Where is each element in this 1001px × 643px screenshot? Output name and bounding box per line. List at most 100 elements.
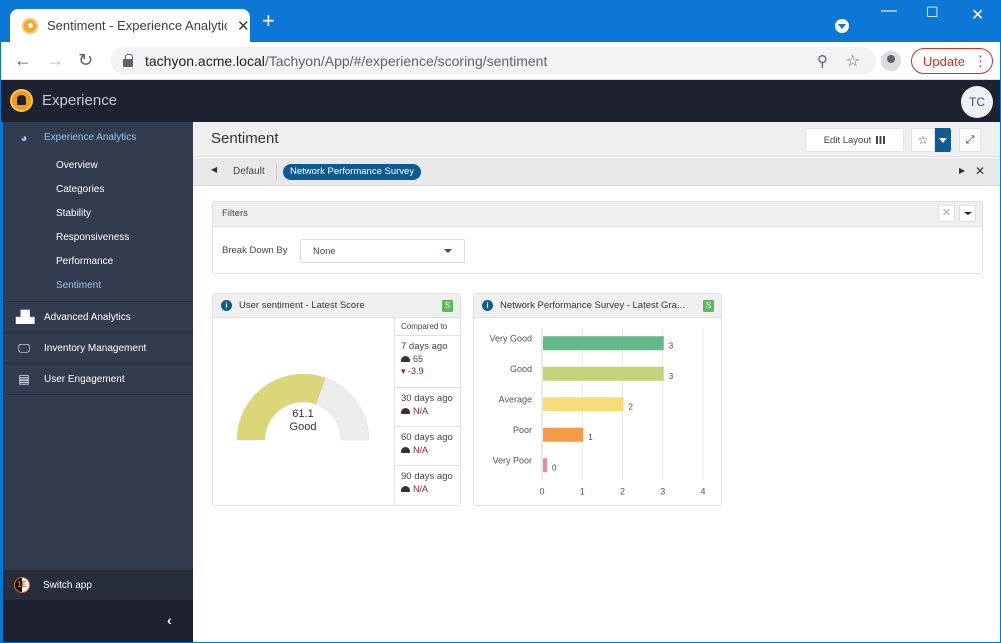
new-tab-button[interactable]: +	[262, 10, 275, 32]
update-button[interactable]: Update · · ·	[911, 48, 993, 74]
favorite-dropdown-button[interactable]	[935, 128, 951, 152]
fullscreen-button[interactable]: ⤢	[959, 128, 981, 152]
s-badge[interactable]: S	[703, 300, 714, 312]
widget-header: i Network Performance Survey - Latest Gr…	[474, 294, 721, 318]
profile-avatar-icon[interactable]	[881, 51, 901, 71]
sidebar-item-advanced-analytics[interactable]: ▟▙ Advanced Analytics	[3, 302, 193, 333]
main-content: Sentiment Edit Layout ☆ ⤢ ◀ Default Netw…	[193, 122, 1000, 642]
edit-layout-label: Edit Layout	[823, 134, 872, 146]
gauge-icon	[401, 408, 410, 414]
s-badge[interactable]: S	[442, 300, 453, 312]
clear-filters-button[interactable]: ✕	[938, 205, 955, 222]
sidebar-item-user-engagement[interactable]: ▤ User Engagement	[3, 364, 193, 395]
sidebar-item-overview[interactable]: Overview	[3, 153, 193, 177]
scroll-right-icon[interactable]: ▶	[959, 166, 965, 175]
category-label: Very Poor	[492, 455, 532, 465]
breakdown-label: Break Down By	[222, 245, 288, 256]
sidebar-item-label: Experience Analytics	[44, 132, 137, 143]
sidebar-item-categories[interactable]: Categories	[3, 177, 193, 201]
zoom-out-icon[interactable]: ⚲	[817, 52, 828, 70]
reload-icon[interactable]: ↻	[78, 50, 93, 71]
gauge-icon	[401, 356, 410, 362]
x-tick-label: 1	[580, 487, 585, 497]
experience-logo-icon	[10, 89, 33, 112]
grid-icon	[876, 136, 886, 144]
category-label: Average	[499, 394, 532, 404]
gauge-icon: ◕	[20, 130, 28, 145]
bar	[543, 336, 664, 351]
scroll-left-icon[interactable]: ◀	[211, 165, 217, 174]
score-rating: Good	[289, 421, 317, 433]
forward-icon[interactable]: →	[46, 50, 64, 71]
sidebar-item-performance[interactable]: Performance	[3, 249, 193, 273]
close-tab-icon[interactable]: ✕	[975, 164, 985, 178]
dashboard-tab-bar: ◀ Default Network Performance Survey ▶ ✕	[193, 158, 1000, 186]
comparison-value: N/A	[413, 445, 429, 455]
monitor-icon: 🖵	[18, 340, 30, 355]
comparison-row: 90 days ago N/A	[395, 466, 461, 505]
sidebar-item-sentiment[interactable]: Sentiment	[3, 273, 193, 297]
widget-title: Network Performance Survey - Latest Gra.…	[500, 300, 685, 311]
sidebar-item-responsiveness[interactable]: Responsiveness	[3, 225, 193, 249]
tab-title: Sentiment - Experience Analytics	[47, 18, 227, 33]
tab-default[interactable]: Default	[233, 166, 265, 177]
clipboard-icon: ▤	[18, 372, 30, 386]
url-input[interactable]: tachyon.acme.local/Tachyon/App/#/experie…	[111, 47, 876, 75]
sidebar-item-stability[interactable]: Stability	[3, 201, 193, 225]
page-title: Sentiment	[211, 130, 279, 147]
sidebar-item-experience-analytics[interactable]: ◕ Experience Analytics	[3, 122, 193, 153]
bar	[543, 397, 624, 412]
filters-collapse-button[interactable]	[959, 205, 976, 222]
title-bar: Sentiment - Experience Analytics ✕ + — ☐…	[1, 0, 1000, 42]
lock-icon	[123, 54, 133, 67]
sidebar-item-label: User Engagement	[44, 373, 125, 385]
comparison-value: N/A	[413, 484, 429, 494]
comparison-row: 60 days ago N/A	[395, 427, 461, 466]
edit-layout-button[interactable]: Edit Layout	[805, 128, 904, 152]
favorite-button[interactable]: ☆	[911, 128, 935, 152]
x-tick-label: 2	[620, 487, 625, 497]
comparison-panel: Compared to 7 days ago 65 ▾ -3.9 30 days…	[394, 318, 461, 506]
browser-tab[interactable]: Sentiment - Experience Analytics ✕	[10, 9, 250, 42]
category-label: Very Good	[489, 333, 532, 343]
gauge-icon	[401, 447, 410, 453]
comparison-period: 30 days ago	[401, 393, 453, 404]
info-icon[interactable]: i	[221, 300, 232, 311]
back-icon[interactable]: ←	[14, 50, 32, 71]
sidebar: ◕ Experience Analytics Overview Categori…	[1, 122, 193, 642]
breakdown-select[interactable]: None	[300, 239, 465, 263]
data-label: 3	[669, 341, 674, 350]
sidebar-footer: ‹	[3, 600, 193, 642]
x-tick-label: 3	[660, 487, 665, 497]
info-icon[interactable]: i	[482, 300, 493, 311]
comparison-value: N/A	[413, 406, 429, 416]
widget-title: User sentiment - Latest Score	[239, 300, 365, 311]
comparison-delta: -3.9	[408, 366, 424, 376]
profile-dropdown-icon[interactable]	[835, 19, 849, 33]
data-label: 2	[629, 402, 634, 411]
app-header: Experience TC	[1, 80, 1000, 122]
sidebar-submenu: Overview Categories Stability Responsive…	[3, 153, 193, 302]
x-tick-label: 0	[539, 487, 544, 497]
collapse-sidebar-icon[interactable]: ‹	[167, 612, 172, 628]
category-label: Good	[510, 364, 532, 374]
close-tab-icon[interactable]: ✕	[237, 17, 250, 35]
minimize-button[interactable]: —	[881, 2, 897, 20]
bookmark-star-icon[interactable]: ☆	[846, 51, 860, 71]
bar	[543, 458, 547, 473]
sidebar-item-inventory-management[interactable]: 🖵 Inventory Management	[3, 333, 193, 364]
comparison-period: 90 days ago	[401, 471, 453, 482]
comparison-period: 60 days ago	[401, 432, 453, 443]
gauge-icon	[401, 486, 410, 492]
star-icon: ☆	[917, 133, 929, 147]
app-name: Experience	[42, 92, 118, 109]
x-tick-label: 4	[700, 487, 705, 497]
tab-network-performance-survey[interactable]: Network Performance Survey	[283, 164, 422, 180]
user-avatar[interactable]: TC	[961, 86, 993, 118]
gauge-label: 61.1 Good	[268, 408, 338, 434]
switch-app-button[interactable]: 1E Switch app	[3, 570, 193, 600]
menu-dots-icon: · · ·	[978, 47, 983, 73]
close-window-button[interactable]: ✕	[971, 5, 984, 25]
survey-grades-widget: i Network Performance Survey - Latest Gr…	[473, 293, 722, 506]
maximize-button[interactable]: ☐	[926, 4, 939, 21]
